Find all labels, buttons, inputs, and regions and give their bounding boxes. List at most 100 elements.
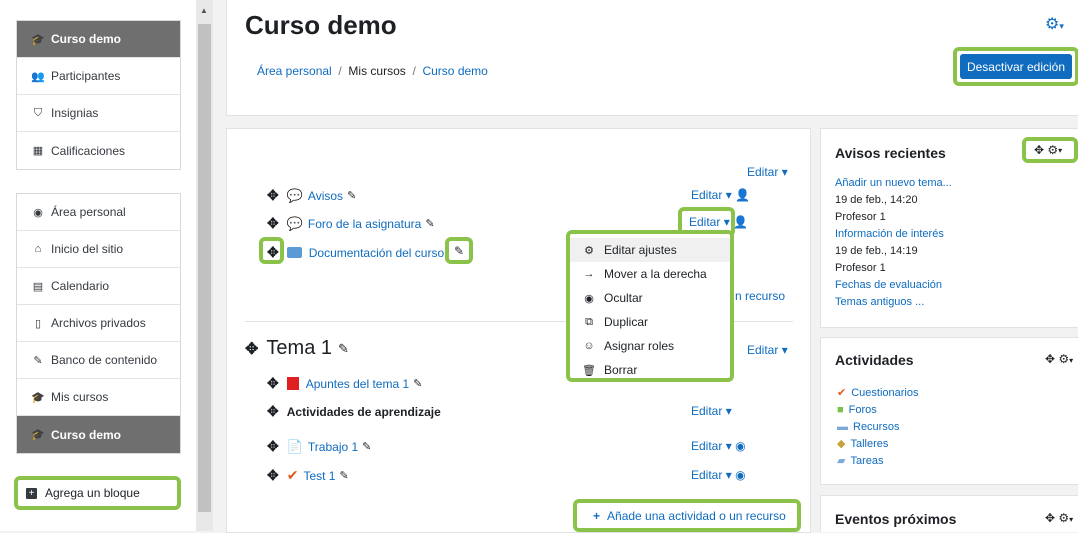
chevron-down-icon[interactable]: ▾ bbox=[1058, 146, 1062, 155]
scroll-up-arrow-icon[interactable]: ▲ bbox=[200, 6, 208, 15]
sidebar-item-participantes[interactable]: 👥 Participantes bbox=[17, 58, 180, 95]
graduation-cap-icon: 🎓 bbox=[31, 429, 45, 441]
user-icon: 👤 bbox=[735, 188, 751, 202]
label-actividades: ✥ Actividades de aprendizaje bbox=[267, 403, 441, 420]
course-settings-gear-icon[interactable]: ⚙▾ bbox=[1045, 14, 1064, 34]
post-date: 19 de feb., 14:19 bbox=[835, 245, 918, 257]
breadcrumb-curso-demo[interactable]: Curso demo bbox=[422, 64, 487, 78]
older-topics-link[interactable]: Temas antiguos ... bbox=[835, 294, 952, 311]
add-resource-link-partial[interactable]: n recurso bbox=[735, 289, 785, 303]
move-icon[interactable]: ✥ bbox=[267, 375, 279, 392]
file-icon: ▯ bbox=[34, 317, 42, 330]
graduation-cap-icon: 🎓 bbox=[31, 33, 45, 46]
block-title: Actividades bbox=[835, 352, 914, 368]
user-circle-icon: ☺ bbox=[583, 340, 595, 352]
sidebar-item-inicio[interactable]: ⌂ Inicio del sitio bbox=[17, 231, 180, 268]
block-controls-highlight: ✥ ⚙ ▾ bbox=[1022, 137, 1078, 163]
user-circle-icon: ◉ bbox=[735, 439, 746, 453]
activity-link-avisos[interactable]: Avisos bbox=[308, 189, 343, 203]
breadcrumb-area-personal[interactable]: Área personal bbox=[257, 64, 332, 78]
forum-icon: 💬 bbox=[286, 215, 303, 231]
move-icon[interactable]: ✥ bbox=[267, 244, 279, 261]
course-nav-block: 🎓 Curso demo 👥 Participantes ⛉ Insignias ▦ C… bbox=[16, 20, 181, 170]
sidebar-item-mis-cursos[interactable]: 🎓 Mis cursos bbox=[17, 379, 180, 416]
menu-ocultar[interactable]: ◉ Ocultar bbox=[570, 286, 730, 310]
section0-edit-link[interactable]: Editar ▾ bbox=[747, 165, 788, 179]
forum-icon: 💬 bbox=[286, 187, 303, 203]
activity-link-documentacion[interactable]: Documentación del curso bbox=[309, 246, 447, 260]
activities-item-recursos[interactable]: ▬ Recursos bbox=[837, 419, 918, 436]
edit-title-pencil-icon[interactable]: ✎ bbox=[445, 237, 473, 264]
plus-icon: + bbox=[593, 508, 601, 523]
move-icon[interactable]: ✥ bbox=[267, 187, 279, 204]
sidebar-item-curso-demo[interactable]: 🎓 Curso demo bbox=[17, 21, 180, 58]
block-controls[interactable]: ✥ ⚙▾ bbox=[1045, 511, 1073, 525]
activity-edit-menu-foro[interactable]: Editar ▾ 👤 bbox=[689, 215, 748, 229]
activities-item-foros[interactable]: ■ Foros bbox=[837, 402, 918, 419]
activity-link-apuntes[interactable]: Apuntes del tema 1 bbox=[306, 377, 409, 391]
block-controls[interactable]: ✥ ⚙▾ bbox=[1045, 352, 1073, 366]
activity-apuntes: ✥ Apuntes del tema 1 ✎ bbox=[267, 375, 422, 392]
edit-title-pencil-icon[interactable]: ✎ bbox=[338, 341, 349, 357]
activities-item-tareas[interactable]: ▰ Tareas bbox=[837, 453, 918, 470]
forum-icon: ■ bbox=[837, 404, 844, 416]
edit-title-pencil-icon[interactable]: ✎ bbox=[425, 217, 434, 230]
move-icon[interactable]: ✥ bbox=[267, 438, 279, 455]
activity-link-foro[interactable]: Foro de la asignatura bbox=[308, 217, 421, 231]
post-link[interactable]: Información de interés bbox=[835, 226, 952, 243]
add-topic-link[interactable]: Añadir un nuevo tema... bbox=[835, 175, 952, 192]
activity-trabajo: ✥ 📄 Trabajo 1 ✎ bbox=[267, 438, 371, 455]
scrollbar-thumb[interactable] bbox=[198, 24, 211, 512]
shield-icon: ⛉ bbox=[33, 106, 43, 119]
activity-edit-menu-test[interactable]: Editar ▾ ◉ bbox=[691, 468, 746, 482]
site-nav-block: ◉ Área personal ⌂ Inicio del sitio ▤ Calend… bbox=[16, 193, 181, 454]
move-icon[interactable]: ✥ bbox=[267, 403, 279, 420]
label-edit-menu[interactable]: Editar ▾ bbox=[691, 404, 732, 418]
add-block-button[interactable]: + Agrega un bloque bbox=[14, 476, 181, 510]
add-activity-button[interactable]: + Añade una actividad o un recurso bbox=[573, 499, 801, 532]
activity-link-test[interactable]: Test 1 bbox=[303, 469, 335, 483]
toggle-edit-button[interactable]: Desactivar edición bbox=[960, 54, 1072, 79]
menu-borrar[interactable]: 🗑 Borrar bbox=[570, 358, 730, 382]
activities-item-talleres[interactable]: ◆ Talleres bbox=[837, 436, 918, 453]
sidebar-item-calendario[interactable]: ▤ Calendario bbox=[17, 268, 180, 305]
activities-item-cuestionarios[interactable]: ✔ Cuestionarios bbox=[837, 385, 918, 402]
sidebar-item-calificaciones[interactable]: ▦ Calificaciones bbox=[17, 132, 180, 169]
post-date: 19 de feb., 14:20 bbox=[835, 194, 918, 206]
sidebar-item-curso-demo-2[interactable]: 🎓 Curso demo bbox=[17, 416, 180, 453]
edit-title-pencil-icon[interactable]: ✎ bbox=[347, 189, 356, 202]
gear-icon[interactable]: ⚙ bbox=[1047, 143, 1058, 157]
edit-title-pencil-icon[interactable]: ✎ bbox=[413, 377, 422, 390]
edit-title-pencil-icon[interactable]: ✎ bbox=[339, 469, 348, 482]
sidebar-item-area-personal[interactable]: ◉ Área personal bbox=[17, 194, 180, 231]
workshop-icon: ◆ bbox=[837, 438, 846, 450]
move-icon[interactable]: ✥ bbox=[267, 467, 279, 484]
menu-editar-ajustes[interactable]: ⚙ Editar ajustes bbox=[570, 238, 730, 262]
quiz-icon: ✔ bbox=[837, 387, 847, 399]
user-circle-icon: ◉ bbox=[735, 468, 746, 482]
move-icon[interactable]: ✥ bbox=[267, 215, 279, 232]
activity-edit-menu-avisos[interactable]: Editar ▾ 👤 bbox=[691, 188, 750, 202]
page-header: Curso demo Área personal / Mis cursos / … bbox=[226, 0, 1078, 116]
edit-title-pencil-icon[interactable]: ✎ bbox=[362, 440, 371, 453]
move-icon[interactable]: ✥ bbox=[1034, 143, 1044, 157]
activity-action-menu: ⚙ Editar ajustes → Mover a la derecha ◉ Ocu… bbox=[566, 230, 734, 382]
left-drawer: 🎓 Curso demo 👥 Participantes ⛉ Insignias ▦ C… bbox=[0, 0, 196, 531]
move-icon[interactable]: ✥ bbox=[245, 339, 258, 359]
activity-edit-menu-trabajo[interactable]: Editar ▾ ◉ bbox=[691, 439, 746, 453]
block-title: Eventos próximos bbox=[835, 511, 957, 527]
sidebar-item-banco[interactable]: ✎ Banco de contenido bbox=[17, 342, 180, 379]
post-link[interactable]: Fechas de evaluación bbox=[835, 277, 952, 294]
breadcrumb-mis-cursos[interactable]: Mis cursos bbox=[348, 64, 405, 78]
home-icon: ⌂ bbox=[34, 243, 42, 255]
edit-toggle-highlight: Desactivar edición bbox=[953, 47, 1078, 86]
menu-mover-derecha[interactable]: → Mover a la derecha bbox=[570, 262, 730, 286]
section1-edit-link[interactable]: Editar ▾ bbox=[747, 343, 788, 357]
activity-link-trabajo[interactable]: Trabajo 1 bbox=[308, 440, 358, 454]
sidebar-item-archivos[interactable]: ▯ Archivos privados bbox=[17, 305, 180, 342]
sidebar-item-insignias[interactable]: ⛉ Insignias bbox=[17, 95, 180, 132]
activities-list: ✔ Cuestionarios ■ Foros ▬ Recursos ◆ Tallere… bbox=[837, 385, 918, 470]
menu-duplicar[interactable]: ⧉ Duplicar bbox=[570, 310, 730, 334]
menu-asignar-roles[interactable]: ☺ Asignar roles bbox=[570, 334, 730, 358]
post-author: Profesor 1 bbox=[835, 211, 886, 223]
